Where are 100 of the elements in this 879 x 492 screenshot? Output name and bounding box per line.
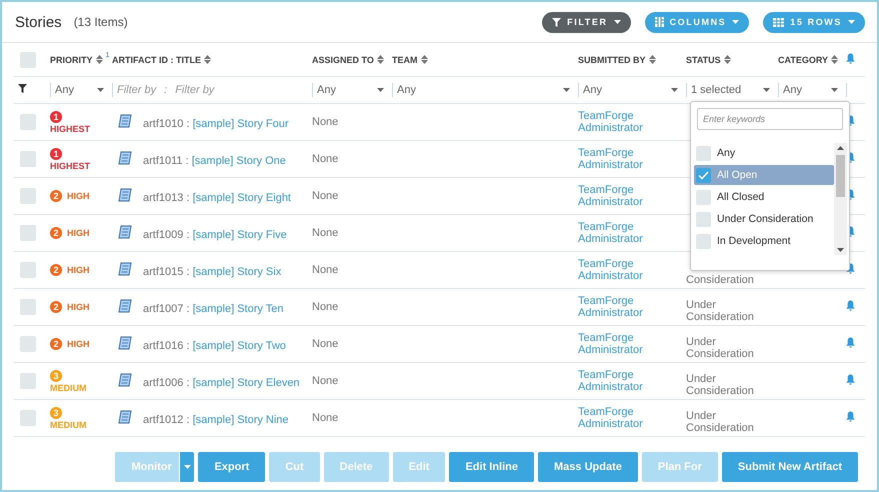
option-checkbox[interactable] (696, 190, 711, 204)
priority-label: HIGHEST (50, 160, 90, 170)
filter-field[interactable]: Filter by (175, 84, 214, 96)
title-link[interactable]: [sample] Story Five (192, 228, 287, 240)
row-checkbox[interactable] (20, 114, 36, 130)
artifact-id: artf1016 : (143, 340, 190, 352)
row-checkbox[interactable] (20, 151, 36, 167)
status-option[interactable]: In Development (694, 231, 834, 251)
status-option[interactable]: All Closed (694, 187, 834, 207)
title-link[interactable]: [sample] Story One (192, 154, 286, 166)
assigned-to-cell-text: None (312, 412, 340, 424)
status-option[interactable]: Under Consideration (694, 209, 834, 229)
checkmark-icon (698, 170, 709, 180)
bell-icon[interactable] (846, 374, 855, 385)
document-icon (118, 188, 133, 202)
title-link[interactable]: [sample] Story Two (192, 340, 286, 352)
column-header[interactable]: CATEGORY (778, 54, 828, 64)
keyword-field[interactable]: Enter keywords (697, 108, 843, 130)
column-header[interactable]: ASSIGNED TO (312, 54, 374, 64)
rows-button[interactable]: 15 ROWS (763, 12, 865, 32)
row-checkbox[interactable] (20, 410, 36, 426)
bell-icon[interactable] (846, 53, 855, 64)
submitter-link[interactable]: TeamForge Administrator (578, 369, 686, 393)
row-checkbox[interactable] (20, 262, 36, 278)
assigned-to-cell-text: None (312, 301, 340, 313)
column-header[interactable]: SUBMITTED BY (578, 54, 646, 64)
submitter-link[interactable]: TeamForge Administrator (578, 221, 686, 245)
option-checkbox[interactable] (696, 146, 711, 160)
title-link[interactable]: [sample] Story Six (192, 266, 282, 278)
artifact-id: artf1007 : (143, 302, 190, 314)
priority-badge: 2 (50, 190, 62, 202)
submitter-link[interactable]: TeamForge Administrator (578, 258, 686, 282)
title-link[interactable]: [sample] Story Eight (192, 192, 291, 204)
assigned-to-cell-text: None (312, 116, 340, 128)
submitter-link[interactable]: TeamForge Administrator (578, 295, 686, 319)
action-button[interactable]: Edit Inline (449, 452, 534, 482)
columns-button[interactable]: COLUMNS (644, 12, 750, 32)
scrollbar[interactable] (834, 143, 847, 255)
column-header[interactable]: ARTIFACT ID : TITLE (112, 54, 201, 64)
sort-icon[interactable] (204, 55, 211, 64)
submitter-link[interactable]: TeamForge Administrator (578, 147, 686, 171)
submitter-link[interactable]: TeamForge Administrator (578, 332, 686, 356)
option-checkbox[interactable] (696, 212, 711, 226)
artifact-id: artf1011 : (143, 154, 190, 166)
filter-dropdown[interactable]: Any (578, 83, 684, 97)
option-checkbox[interactable] (696, 168, 711, 182)
action-button[interactable]: Submit New Artifact (722, 452, 858, 482)
scroll-up-icon[interactable] (837, 146, 844, 150)
row-checkbox[interactable] (20, 299, 36, 315)
filter-dropdown[interactable]: Any (778, 83, 844, 97)
submitter-link[interactable]: TeamForge Administrator (578, 184, 686, 208)
filter-dropdown[interactable]: Any (312, 83, 390, 97)
row-checkbox[interactable] (20, 373, 36, 389)
sort-icon[interactable] (96, 55, 103, 64)
filter-button[interactable]: FILTER (542, 12, 631, 32)
filter-field[interactable]: Filter by (117, 84, 156, 96)
document-icon (118, 410, 133, 424)
submitter-link[interactable]: TeamForge Administrator (578, 110, 686, 134)
assigned-to-cell-text: None (312, 375, 340, 387)
artifact-id: artf1015 : (143, 266, 190, 278)
priority-label: HIGH (67, 191, 90, 201)
title-link[interactable]: [sample] Story Ten (192, 302, 284, 314)
row-checkbox[interactable] (20, 336, 36, 352)
status-option[interactable]: Any (694, 143, 834, 163)
filter-dropdown[interactable]: Any (392, 83, 576, 97)
filter-icon (552, 18, 562, 26)
column-header[interactable]: TEAM (392, 54, 418, 64)
filter-dropdown[interactable]: 1 selected (686, 83, 776, 97)
filter-icon[interactable] (18, 84, 27, 93)
bell-icon[interactable] (846, 300, 855, 311)
priority-label: HIGH (67, 302, 90, 312)
sort-icon[interactable] (831, 55, 838, 64)
priority-label: HIGH (67, 228, 90, 238)
document-icon (118, 336, 133, 350)
sort-icon[interactable] (376, 55, 384, 64)
option-checkbox[interactable] (696, 234, 711, 248)
filter-dropdown[interactable]: Any (50, 83, 110, 97)
select-all-checkbox[interactable] (20, 52, 36, 68)
priority-badge: 2 (50, 301, 62, 313)
row-checkbox[interactable] (20, 225, 36, 241)
bell-icon[interactable] (846, 411, 855, 422)
sort-icon[interactable] (648, 55, 656, 64)
document-icon (118, 224, 133, 240)
bell-icon[interactable] (846, 337, 855, 348)
column-header[interactable]: STATUS (686, 54, 721, 64)
page-title: Stories (15, 14, 62, 30)
sort-icon[interactable] (724, 55, 731, 64)
column-header[interactable]: PRIORITY (50, 54, 93, 64)
action-button[interactable]: Export (198, 452, 266, 482)
grid-icon (773, 18, 784, 26)
status-option[interactable]: All Open (694, 165, 834, 185)
scroll-down-icon[interactable] (837, 248, 844, 252)
title-link[interactable]: [sample] Story Eleven (192, 376, 300, 388)
title-link[interactable]: [sample] Story Nine (192, 414, 289, 426)
action-button[interactable]: Mass Update (538, 452, 638, 482)
row-checkbox[interactable] (20, 188, 36, 204)
dropdown-button[interactable] (180, 452, 194, 482)
sort-icon[interactable] (420, 55, 428, 64)
submitter-link[interactable]: TeamForge Administrator (578, 406, 686, 430)
title-link[interactable]: [sample] Story Four (192, 118, 289, 130)
